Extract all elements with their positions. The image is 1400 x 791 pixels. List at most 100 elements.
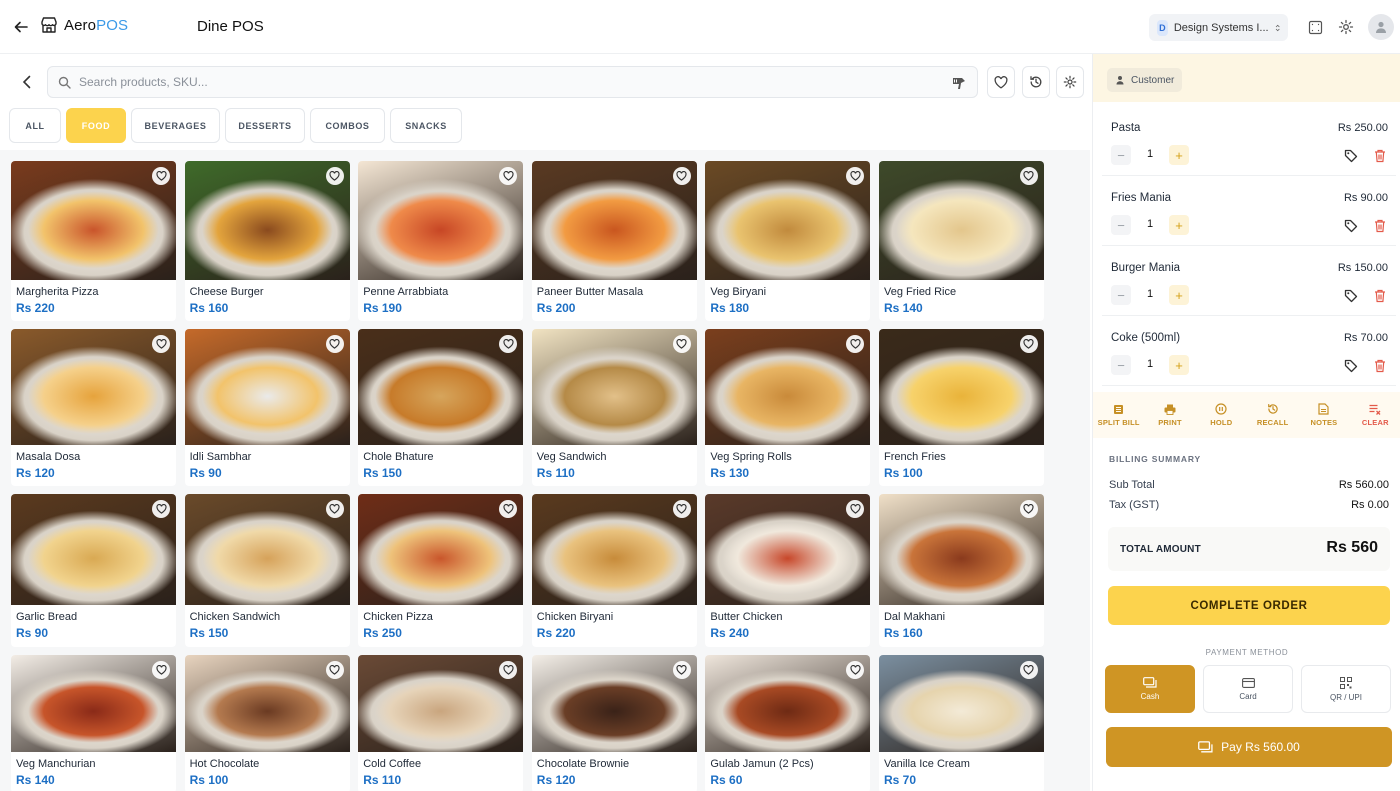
- increase-qty-button[interactable]: +: [1169, 285, 1189, 305]
- heart-icon[interactable]: [152, 167, 170, 185]
- trash-icon[interactable]: [1374, 219, 1386, 233]
- heart-icon[interactable]: [499, 167, 518, 185]
- print-button[interactable]: PRINT: [1144, 392, 1195, 438]
- notes-button[interactable]: NOTES: [1298, 392, 1349, 438]
- product-card[interactable]: Chole Bhature Rs 150: [358, 329, 524, 486]
- tag-icon[interactable]: [1344, 149, 1358, 163]
- heart-icon[interactable]: [672, 167, 691, 185]
- product-card[interactable]: Gulab Jamun (2 Pcs) Rs 60: [705, 655, 871, 791]
- product-card[interactable]: Vanilla Ice Cream Rs 70: [878, 655, 1044, 791]
- increase-qty-button[interactable]: +: [1169, 215, 1189, 235]
- gear-icon[interactable]: [1337, 18, 1355, 36]
- heart-icon[interactable]: [846, 661, 865, 679]
- heart-icon[interactable]: [152, 500, 170, 518]
- payment-card[interactable]: Card: [1203, 665, 1293, 713]
- product-card[interactable]: Chicken Biryani Rs 220: [531, 494, 697, 647]
- heart-icon[interactable]: [846, 335, 865, 353]
- back-arrow-icon[interactable]: [11, 17, 31, 37]
- heart-icon[interactable]: [1019, 500, 1038, 518]
- product-image: [11, 655, 176, 752]
- product-card[interactable]: Cold Coffee Rs 110: [358, 655, 524, 791]
- product-card[interactable]: Butter Chicken Rs 240: [705, 494, 871, 647]
- heart-icon[interactable]: [672, 500, 691, 518]
- decrease-qty-button[interactable]: −: [1111, 145, 1131, 165]
- barcode-scanner-icon[interactable]: [951, 75, 967, 91]
- heart-icon[interactable]: [499, 661, 518, 679]
- recall-button[interactable]: RECALL: [1247, 392, 1298, 438]
- search-input[interactable]: [79, 75, 919, 89]
- product-card[interactable]: Dal Makhani Rs 160: [878, 494, 1044, 647]
- product-card[interactable]: Veg Sandwich Rs 110: [531, 329, 697, 486]
- tab-combos[interactable]: COMBOS: [310, 108, 385, 143]
- product-price: Rs 160: [189, 301, 229, 315]
- product-card[interactable]: Veg Biryani Rs 180: [705, 161, 871, 321]
- brand-logo[interactable]: AeroPOS: [40, 16, 128, 34]
- product-card[interactable]: French Fries Rs 100: [878, 329, 1044, 486]
- heart-icon[interactable]: [325, 335, 344, 353]
- tab-food[interactable]: FOOD: [66, 108, 126, 143]
- payment-qr-upi[interactable]: QR / UPI: [1301, 665, 1391, 713]
- pay-button[interactable]: Pay Rs 560.00: [1106, 727, 1392, 767]
- fullscreen-icon[interactable]: [1306, 18, 1324, 36]
- decrease-qty-button[interactable]: −: [1111, 215, 1131, 235]
- tag-icon[interactable]: [1344, 289, 1358, 303]
- product-card[interactable]: Margherita Pizza Rs 220: [11, 161, 176, 321]
- trash-icon[interactable]: [1374, 149, 1386, 163]
- decrease-qty-button[interactable]: −: [1111, 355, 1131, 375]
- customer-button[interactable]: Customer: [1107, 68, 1182, 92]
- hold-button[interactable]: HOLD: [1196, 392, 1247, 438]
- heart-icon[interactable]: [846, 500, 865, 518]
- product-card[interactable]: Idli Sambhar Rs 90: [184, 329, 350, 486]
- heart-icon[interactable]: [846, 167, 865, 185]
- product-card[interactable]: Cheese Burger Rs 160: [184, 161, 350, 321]
- product-card[interactable]: Veg Spring Rolls Rs 130: [705, 329, 871, 486]
- heart-icon[interactable]: [499, 500, 518, 518]
- product-card[interactable]: Paneer Butter Masala Rs 200: [531, 161, 697, 321]
- workspace-selector[interactable]: D Design Systems I...: [1149, 14, 1288, 41]
- increase-qty-button[interactable]: +: [1169, 355, 1189, 375]
- heart-icon[interactable]: [499, 335, 518, 353]
- product-card[interactable]: Chocolate Brownie Rs 120: [531, 655, 697, 791]
- product-card[interactable]: Veg Manchurian Rs 140: [11, 655, 176, 791]
- tab-beverages[interactable]: BEVERAGES: [131, 108, 220, 143]
- favorites-button[interactable]: [987, 66, 1015, 98]
- chevron-left-icon[interactable]: [18, 73, 36, 91]
- heart-icon[interactable]: [1019, 335, 1038, 353]
- page-title: Dine POS: [197, 18, 264, 35]
- heart-icon[interactable]: [672, 335, 691, 353]
- product-card[interactable]: Veg Fried Rice Rs 140: [878, 161, 1044, 321]
- settings-button[interactable]: [1056, 66, 1084, 98]
- heart-icon[interactable]: [325, 661, 344, 679]
- product-card[interactable]: Hot Chocolate Rs 100: [184, 655, 350, 791]
- heart-icon[interactable]: [672, 661, 691, 679]
- total-amount-box: TOTAL AMOUNT Rs 560: [1108, 527, 1390, 571]
- tab-desserts[interactable]: DESSERTS: [225, 108, 305, 143]
- tag-icon[interactable]: [1344, 219, 1358, 233]
- heart-icon[interactable]: [325, 500, 344, 518]
- heart-icon[interactable]: [152, 661, 170, 679]
- tax-label: Tax (GST): [1109, 499, 1160, 511]
- payment-cash[interactable]: Cash: [1105, 665, 1195, 713]
- cart-item: Fries Mania Rs 90.00 − 1 +: [1102, 180, 1396, 246]
- decrease-qty-button[interactable]: −: [1111, 285, 1131, 305]
- heart-icon[interactable]: [1019, 661, 1038, 679]
- heart-icon[interactable]: [1019, 167, 1038, 185]
- complete-order-button[interactable]: COMPLETE ORDER: [1108, 586, 1390, 625]
- trash-icon[interactable]: [1374, 359, 1386, 373]
- tag-icon[interactable]: [1344, 359, 1358, 373]
- increase-qty-button[interactable]: +: [1169, 145, 1189, 165]
- split-bill-button[interactable]: SPLIT BILL: [1093, 392, 1144, 438]
- heart-icon[interactable]: [152, 335, 170, 353]
- product-card[interactable]: Chicken Pizza Rs 250: [358, 494, 524, 647]
- product-card[interactable]: Garlic Bread Rs 90: [11, 494, 176, 647]
- product-card[interactable]: Penne Arrabbiata Rs 190: [358, 161, 524, 321]
- clear-button[interactable]: CLEAR: [1350, 392, 1400, 438]
- heart-icon[interactable]: [325, 167, 344, 185]
- history-button[interactable]: [1022, 66, 1050, 98]
- product-card[interactable]: Masala Dosa Rs 120: [11, 329, 176, 486]
- tab-snacks[interactable]: SNACKS: [390, 108, 462, 143]
- product-card[interactable]: Chicken Sandwich Rs 150: [184, 494, 350, 647]
- tab-all[interactable]: ALL: [9, 108, 61, 143]
- avatar[interactable]: [1368, 14, 1394, 40]
- trash-icon[interactable]: [1374, 289, 1386, 303]
